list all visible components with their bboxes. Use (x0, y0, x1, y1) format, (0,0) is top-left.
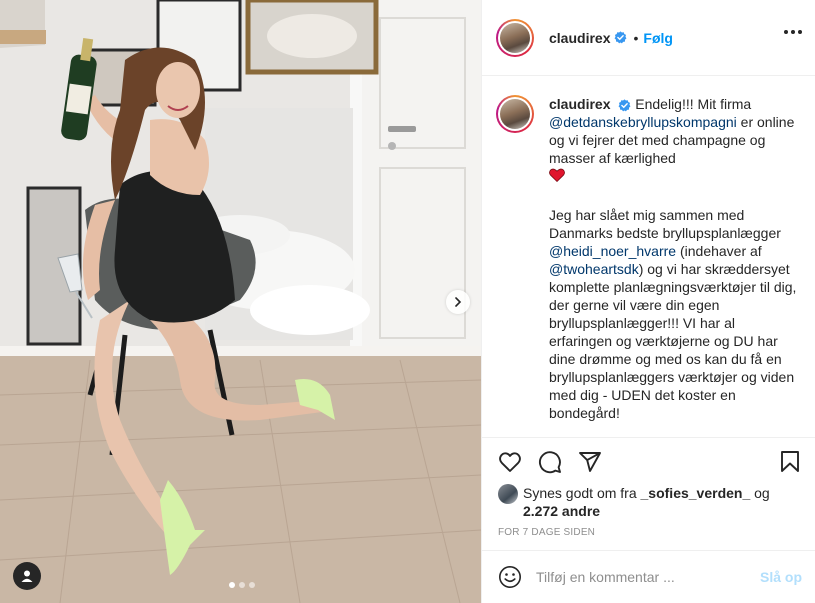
liker-avatar[interactable] (498, 484, 518, 504)
carousel-dot (249, 582, 255, 588)
post-side-panel: claudirex • Følg claudirex Endelig!!! Mi… (481, 0, 815, 603)
heart-icon[interactable] (498, 450, 522, 474)
photo-scene (0, 0, 481, 603)
post-header: claudirex • Følg (482, 0, 815, 76)
chevron-right-icon (455, 297, 462, 307)
mention-link[interactable]: @heidi_noer_hvarre (549, 243, 676, 259)
bookmark-icon[interactable] (778, 450, 802, 474)
carousel-indicator (229, 582, 255, 588)
likes-prefix: Synes godt om fra (523, 485, 637, 501)
caption-segment: (indehaver af (679, 243, 762, 260)
carousel-dot (239, 582, 245, 588)
liker-username[interactable]: _sofies_verden_ (641, 485, 751, 501)
post-actions-section: Synes godt om fra _sofies_verden_ og 2.2… (482, 437, 815, 538)
caption-segment: ) og vi har skræddersyet komplette planl… (549, 261, 797, 422)
emoji-icon[interactable] (498, 565, 522, 589)
comment-input[interactable] (536, 569, 760, 585)
follow-separator: • (633, 29, 639, 46)
post-comment-button[interactable]: Slå op (760, 569, 802, 585)
comment-composer: Slå op (482, 550, 815, 603)
user-icon (21, 570, 33, 582)
post-photo[interactable] (0, 0, 481, 603)
likes-joiner: og (754, 485, 770, 501)
caption-author-avatar[interactable] (496, 95, 534, 133)
author-avatar[interactable] (496, 18, 534, 57)
follow-button[interactable]: Følg (643, 30, 673, 46)
verified-badge-icon (614, 31, 627, 44)
mention-link[interactable]: @detdanskebryllupskompagni (549, 114, 737, 130)
action-bar (482, 438, 815, 484)
likes-count[interactable]: 2.272 andre (523, 503, 600, 519)
more-options-icon[interactable] (784, 30, 802, 34)
next-slide-button[interactable] (446, 290, 470, 314)
caption: claudirex Endelig!!! Mit firma @detdansk… (482, 77, 815, 437)
caption-segment: Endelig!!! Mit firma (635, 96, 752, 112)
comment-icon[interactable] (538, 450, 562, 474)
author-username[interactable]: claudirex (549, 30, 610, 46)
post-timestamp[interactable]: For 7 dage siden (498, 527, 595, 538)
caption-text: claudirex Endelig!!! Mit firma @detdansk… (549, 95, 799, 437)
caption-segment: Jeg har slået mig sammen med Danmarks be… (549, 207, 781, 242)
heart-emoji-icon (549, 168, 565, 186)
carousel-dot (229, 582, 235, 588)
verified-badge-icon (618, 99, 631, 112)
mention-link[interactable]: @twoheartsdk (549, 261, 639, 277)
caption-author-username[interactable]: claudirex (549, 96, 610, 112)
likes-summary: Synes godt om fra _sofies_verden_ og 2.2… (498, 484, 798, 520)
tagged-users-button[interactable] (13, 562, 41, 590)
share-icon[interactable] (578, 450, 602, 474)
